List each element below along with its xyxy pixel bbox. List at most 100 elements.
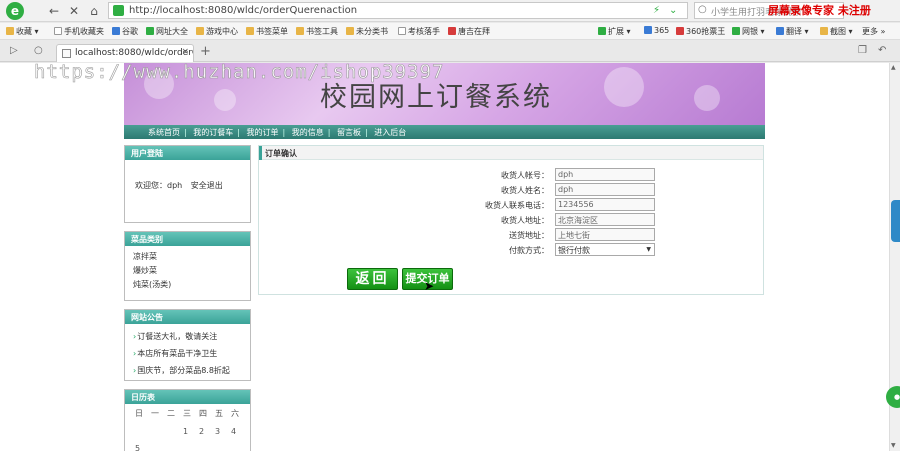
calendar-day[interactable]: 2	[199, 427, 215, 436]
phone-icon	[54, 27, 62, 35]
dropdown-arrow-icon: ▼	[646, 246, 651, 253]
welcome-text: 欢迎您：dph	[135, 181, 183, 190]
tool-screenshot[interactable]: 截图 ▾	[820, 26, 853, 37]
category-item[interactable]: 炖菜(汤类)	[125, 277, 250, 291]
menu-guestbook[interactable]: 留言板	[337, 128, 361, 137]
field-label: 收货人姓名：	[501, 186, 549, 195]
account-input[interactable]: dph	[555, 168, 655, 181]
page-icon	[62, 49, 71, 58]
tool-more[interactable]: 更多 »	[862, 26, 885, 37]
header-accent	[259, 146, 262, 160]
reload-icon[interactable]: ○	[34, 45, 43, 56]
bookmark-icon	[448, 27, 456, 35]
browser-logo-icon[interactable]: e	[6, 2, 24, 20]
menu-admin[interactable]: 进入后台	[374, 128, 406, 137]
order-confirm-panel: 订单确认 收货人帐号： dph 收货人姓名： dph 收货人联系电话： 1234…	[258, 145, 764, 295]
sidebar-toggle-icon[interactable]: ▷	[10, 45, 18, 56]
calendar-day[interactable]: 3	[215, 427, 231, 436]
ticket-icon	[676, 27, 684, 35]
bookmark-menu[interactable]: 书签菜单	[246, 26, 288, 37]
weekday-label: 日	[135, 409, 143, 418]
address-input[interactable]: 北京海淀区	[555, 213, 655, 226]
form-row-payment: 付款方式： 银行付款 ▼	[259, 243, 759, 258]
star-icon	[6, 27, 14, 35]
weekday-label: 三	[183, 409, 191, 418]
dropdown-chevron-icon[interactable]: ⌄	[669, 5, 677, 16]
back-arrow-icon[interactable]: ←	[46, 3, 62, 19]
home-icon[interactable]: ⌂	[86, 3, 102, 19]
bookmark-exam[interactable]: 考核落手	[398, 26, 440, 37]
notice-item[interactable]: ›订餐送大礼，敬请关注	[125, 329, 250, 346]
field-label: 送货地址：	[509, 231, 549, 240]
menu-separator: |	[282, 128, 286, 137]
new-tab-icon[interactable]: +	[200, 44, 211, 59]
calendar-box-header: 日历表	[125, 390, 250, 404]
menu-cart[interactable]: 我的订餐车	[193, 128, 233, 137]
form-row-name: 收货人姓名： dph	[259, 183, 759, 198]
calendar-day[interactable]: 4	[231, 427, 247, 436]
bookmark-sites[interactable]: 网址大全	[146, 26, 188, 37]
menu-home[interactable]: 系统首页	[148, 128, 180, 137]
form-row-address: 收货人地址： 北京海淀区	[259, 213, 759, 228]
search-icon: ○	[698, 4, 707, 15]
bookmark-baidu[interactable]: 谷歌	[112, 26, 138, 37]
tab-title: localhost:8080/wldc/orderQ...	[75, 48, 193, 58]
refresh-icon[interactable]: ⚡	[653, 5, 660, 16]
sites-icon	[146, 27, 154, 35]
address-bar[interactable]: http://localhost:8080/wldc/orderQuerenac…	[108, 2, 688, 19]
calendar-day[interactable]: 1	[183, 427, 199, 436]
menu-separator: |	[365, 128, 368, 137]
logout-link[interactable]: 安全退出	[191, 181, 223, 190]
tool-ticket[interactable]: 360抢票王	[676, 26, 725, 37]
bookmark-tang[interactable]: 唐吉在拜	[448, 26, 490, 37]
tab-active[interactable]: localhost:8080/wldc/orderQ... ×	[56, 44, 194, 62]
menu-orders[interactable]: 我的订单	[247, 128, 279, 137]
weekday-label: 六	[231, 409, 239, 418]
address-url[interactable]: http://localhost:8080/wldc/orderQuerenac…	[129, 5, 357, 16]
scroll-down-icon[interactable]: ▼	[891, 442, 896, 449]
delivery-address-input[interactable]: 上地七街	[555, 228, 655, 241]
category-item[interactable]: 凉拌菜	[125, 249, 250, 263]
bullet-arrow-icon: ›	[133, 332, 137, 341]
flower-decoration	[694, 85, 720, 111]
extensions-menu[interactable]: 扩展 ▾	[598, 26, 631, 37]
menu-separator: |	[327, 128, 331, 137]
category-box: 菜品类别 凉拌菜 爆炒菜 炖菜(汤类)	[124, 231, 251, 301]
phone-input[interactable]: 1234556	[555, 198, 655, 211]
close-icon[interactable]: ✕	[66, 3, 82, 19]
payment-select[interactable]: 银行付款 ▼	[555, 243, 655, 256]
url-watermark: https://www.huzhan.com/ishop39397	[34, 61, 445, 84]
tool-365[interactable]: 365	[644, 26, 669, 35]
weekday-label: 一	[151, 409, 159, 418]
back-button[interactable]: 返回	[347, 268, 398, 290]
category-box-header: 菜品类别	[125, 232, 250, 246]
restore-window-icon[interactable]: ❐	[858, 45, 867, 56]
tool-bank[interactable]: 网银 ▾	[732, 26, 765, 37]
tab-close-icon[interactable]: ×	[181, 47, 189, 57]
bookmark-favorites[interactable]: 收藏 ▾	[6, 26, 39, 37]
undo-icon[interactable]: ↶	[878, 45, 886, 56]
form-row-phone: 收货人联系电话： 1234556	[259, 198, 759, 213]
menu-profile[interactable]: 我的信息	[292, 128, 324, 137]
field-label: 收货人地址：	[501, 216, 549, 225]
scroll-up-icon[interactable]: ▲	[891, 64, 896, 71]
field-label: 收货人联系电话：	[485, 201, 549, 210]
tool-translate[interactable]: 翻译 ▾	[776, 26, 809, 37]
login-box-header: 用户登陆	[125, 146, 250, 160]
side-floating-tab[interactable]	[891, 200, 900, 242]
menu-separator: |	[184, 128, 187, 137]
bookmarks-bar: 收藏 ▾ 手机收藏夹 谷歌 网址大全 游戏中心 书签菜单 书签工具 未分类书 考…	[0, 23, 900, 40]
name-input[interactable]: dph	[555, 183, 655, 196]
calendar-grid: 日 一 二 三 四 五 六 1 2 3 4 5	[125, 404, 250, 451]
bookmark-mobile[interactable]: 手机收藏夹	[54, 26, 104, 37]
recorder-watermark: 屏幕录像专家 未注册	[768, 4, 871, 17]
notice-item[interactable]: ›本店所有菜品干净卫生	[125, 346, 250, 363]
bookmark-games[interactable]: 游戏中心	[196, 26, 238, 37]
notice-item[interactable]: ›国庆节，部分菜品8.8折起	[125, 363, 250, 377]
calendar-day[interactable]: 5	[135, 444, 151, 451]
category-item[interactable]: 爆炒菜	[125, 263, 250, 277]
bookmark-unsorted[interactable]: 未分类书	[346, 26, 388, 37]
notice-box-header: 网站公告	[125, 310, 250, 324]
folder-icon	[296, 27, 304, 35]
bookmark-tools[interactable]: 书签工具	[296, 26, 338, 37]
